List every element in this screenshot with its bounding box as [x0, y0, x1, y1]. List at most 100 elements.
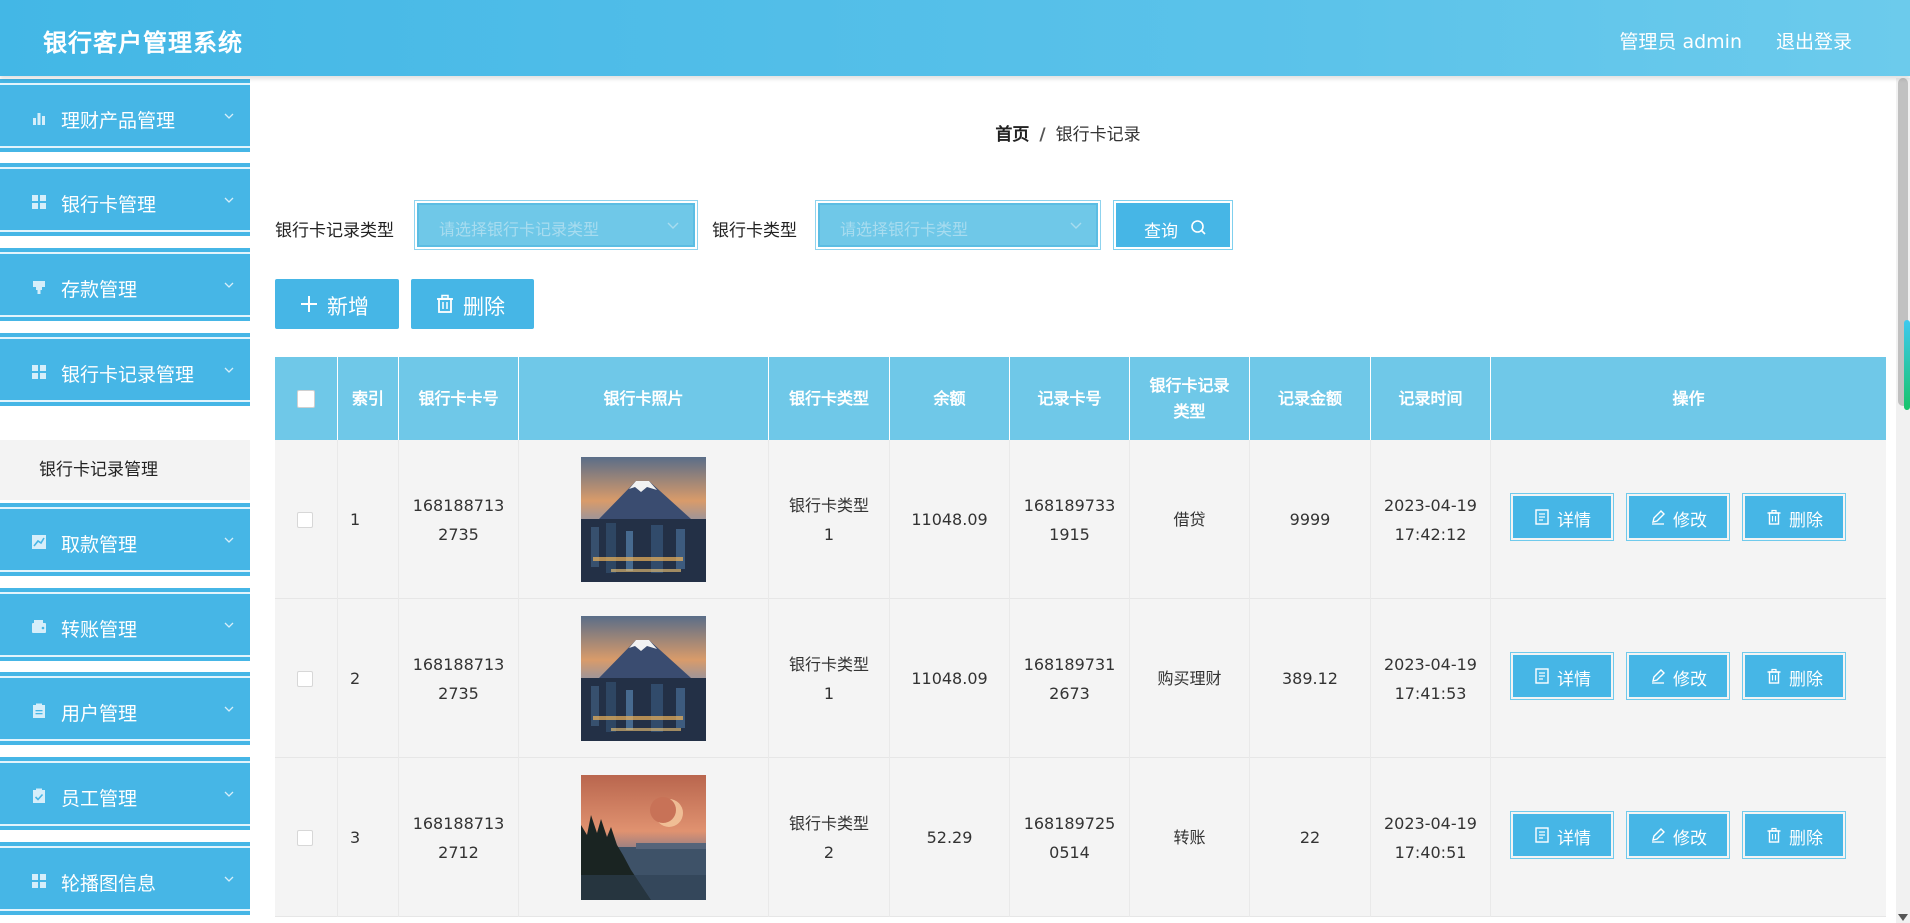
- delete-button[interactable]: 删除: [1742, 652, 1846, 700]
- cell-amount: 9999: [1250, 440, 1371, 599]
- cell-actions: 详情 修改 删除: [1491, 440, 1886, 599]
- row-checkbox[interactable]: [297, 830, 313, 846]
- column-header: 银行卡照片: [519, 357, 769, 440]
- sidebar-item-users[interactable]: 用户管理: [0, 669, 250, 748]
- cell-record-no: 168189733 1915: [1010, 440, 1130, 599]
- select-all-checkbox[interactable]: [297, 389, 315, 408]
- cell-index: 3: [338, 758, 399, 917]
- chevron-down-icon: [224, 876, 234, 882]
- grid-icon: [32, 365, 46, 379]
- main-content: 首页 / 银行卡记录 银行卡记录类型 请选择银行卡记录类型 银行卡类型 请选择银行卡…: [250, 76, 1910, 923]
- edit-button[interactable]: 修改: [1626, 652, 1730, 700]
- cell-record-type: 借贷: [1130, 440, 1250, 599]
- pencil-icon: [1652, 828, 1665, 843]
- edit-button[interactable]: 修改: [1626, 493, 1730, 541]
- column-header: 银行卡记录类型: [1130, 357, 1250, 440]
- chevron-down-icon: [667, 222, 679, 229]
- sidebar-item-label: 银行卡管理: [61, 194, 157, 216]
- record-type-select[interactable]: 请选择银行卡记录类型: [414, 200, 698, 250]
- breadcrumb: 首页 / 银行卡记录: [250, 120, 1886, 145]
- sidebar-item-employees[interactable]: 员工管理: [0, 754, 250, 833]
- sidebar-item-card-records[interactable]: 银行卡记录管理: [0, 330, 250, 409]
- add-button[interactable]: 新增: [275, 279, 399, 329]
- cell-card-no: 168188713 2712: [399, 758, 519, 917]
- query-button[interactable]: 查询: [1113, 200, 1233, 250]
- cell-time: 2023-04-19 17:40:51: [1371, 758, 1491, 917]
- detail-button[interactable]: 详情: [1510, 811, 1614, 859]
- grid-icon: [32, 874, 46, 888]
- cell-actions: 详情 修改 删除: [1491, 599, 1886, 758]
- sidebar-item-carousel[interactable]: 轮播图信息: [0, 839, 250, 918]
- delete-button[interactable]: 删除: [1742, 811, 1846, 859]
- chart-box-icon: [32, 535, 46, 549]
- sidebar-item-label: 轮播图信息: [61, 873, 157, 895]
- row-checkbox[interactable]: [297, 671, 313, 687]
- card-type-label: 银行卡类型: [712, 221, 797, 241]
- cell-card-type: 银行卡类型 1: [769, 599, 890, 758]
- edit-button[interactable]: 修改: [1626, 811, 1730, 859]
- sidebar: 理财产品管理 银行卡管理 存款管理 银行卡记录管理 银行卡记录管理 取款管理 转…: [0, 76, 250, 923]
- cell-time: 2023-04-19 17:42:12: [1371, 440, 1491, 599]
- card-type-select[interactable]: 请选择银行卡类型: [815, 200, 1101, 250]
- breadcrumb-separator: /: [1039, 125, 1046, 145]
- sidebar-item-bank-card[interactable]: 银行卡管理: [0, 160, 250, 239]
- clipboard-icon: [33, 703, 45, 718]
- cell-time: 2023-04-19 17:41:53: [1371, 599, 1491, 758]
- trash-icon: [1767, 509, 1781, 525]
- column-header: 记录卡号: [1010, 357, 1130, 440]
- detail-button[interactable]: 详情: [1510, 652, 1614, 700]
- chevron-down-icon: [224, 537, 234, 543]
- sidebar-item-label: 存款管理: [61, 279, 138, 301]
- record-type-label: 银行卡记录类型: [275, 221, 394, 241]
- sidebar-item-deposit[interactable]: 存款管理: [0, 245, 250, 324]
- column-header: 余额: [890, 357, 1010, 440]
- top-header: 银行客户管理系统 管理员 admin 退出登录: [0, 0, 1910, 76]
- cell-index: 2: [338, 599, 399, 758]
- cell-record-no: 168189731 2673: [1010, 599, 1130, 758]
- cell-amount: 22: [1250, 758, 1371, 917]
- cell-index: 1: [338, 440, 399, 599]
- sidebar-item-withdrawal[interactable]: 取款管理: [0, 500, 250, 579]
- chevron-down-icon: [224, 791, 234, 797]
- cell-balance: 11048.09: [890, 599, 1010, 758]
- chevron-down-icon: [224, 622, 234, 628]
- stamp-icon: [33, 281, 45, 294]
- column-header: 操作: [1672, 388, 1705, 408]
- current-user: 管理员 admin: [1619, 31, 1742, 53]
- chevron-down-icon: [1070, 222, 1082, 229]
- card-photo-image[interactable]: [581, 616, 706, 741]
- sidebar-item-label: 用户管理: [61, 703, 138, 725]
- batch-delete-button[interactable]: 删除: [411, 279, 534, 329]
- detail-button[interactable]: 详情: [1510, 493, 1614, 541]
- row-checkbox[interactable]: [297, 512, 313, 528]
- sidebar-item-transfer[interactable]: 转账管理: [0, 585, 250, 664]
- column-header: 银行卡类型: [769, 357, 890, 440]
- document-icon: [1535, 827, 1549, 843]
- query-button-label: 查询: [1144, 222, 1178, 242]
- sidebar-item-finance-products[interactable]: 理财产品管理: [0, 76, 250, 155]
- chevron-down-icon: [224, 113, 234, 119]
- submenu-item-card-records[interactable]: 银行卡记录管理: [0, 440, 250, 500]
- delete-button[interactable]: 删除: [1742, 493, 1846, 541]
- pencil-icon: [1652, 510, 1665, 525]
- scroll-down-arrow[interactable]: [1898, 914, 1908, 921]
- breadcrumb-home[interactable]: 首页: [995, 125, 1029, 145]
- logout-link[interactable]: 退出登录: [1776, 27, 1852, 54]
- card-photo-image[interactable]: [581, 457, 706, 582]
- cell-balance: 11048.09: [890, 440, 1010, 599]
- cell-card-photo: [519, 758, 769, 917]
- add-button-label: 新增: [327, 295, 369, 319]
- pencil-icon: [1652, 669, 1665, 684]
- header-select-all-cell: [275, 357, 338, 440]
- cell-record-type: 转账: [1130, 758, 1250, 917]
- document-icon: [1535, 668, 1549, 684]
- app-title: 银行客户管理系统: [43, 29, 243, 57]
- vertical-scrollbar[interactable]: [1896, 78, 1910, 923]
- search-icon: [1191, 220, 1206, 235]
- cell-actions: 详情 修改 删除: [1491, 758, 1886, 917]
- sidebar-item-label: 员工管理: [61, 788, 138, 810]
- cell-card-no: 168188713 2735: [399, 440, 519, 599]
- row-select-cell: [275, 440, 338, 599]
- card-photo-image[interactable]: [581, 775, 706, 900]
- column-header: 记录时间: [1371, 357, 1491, 440]
